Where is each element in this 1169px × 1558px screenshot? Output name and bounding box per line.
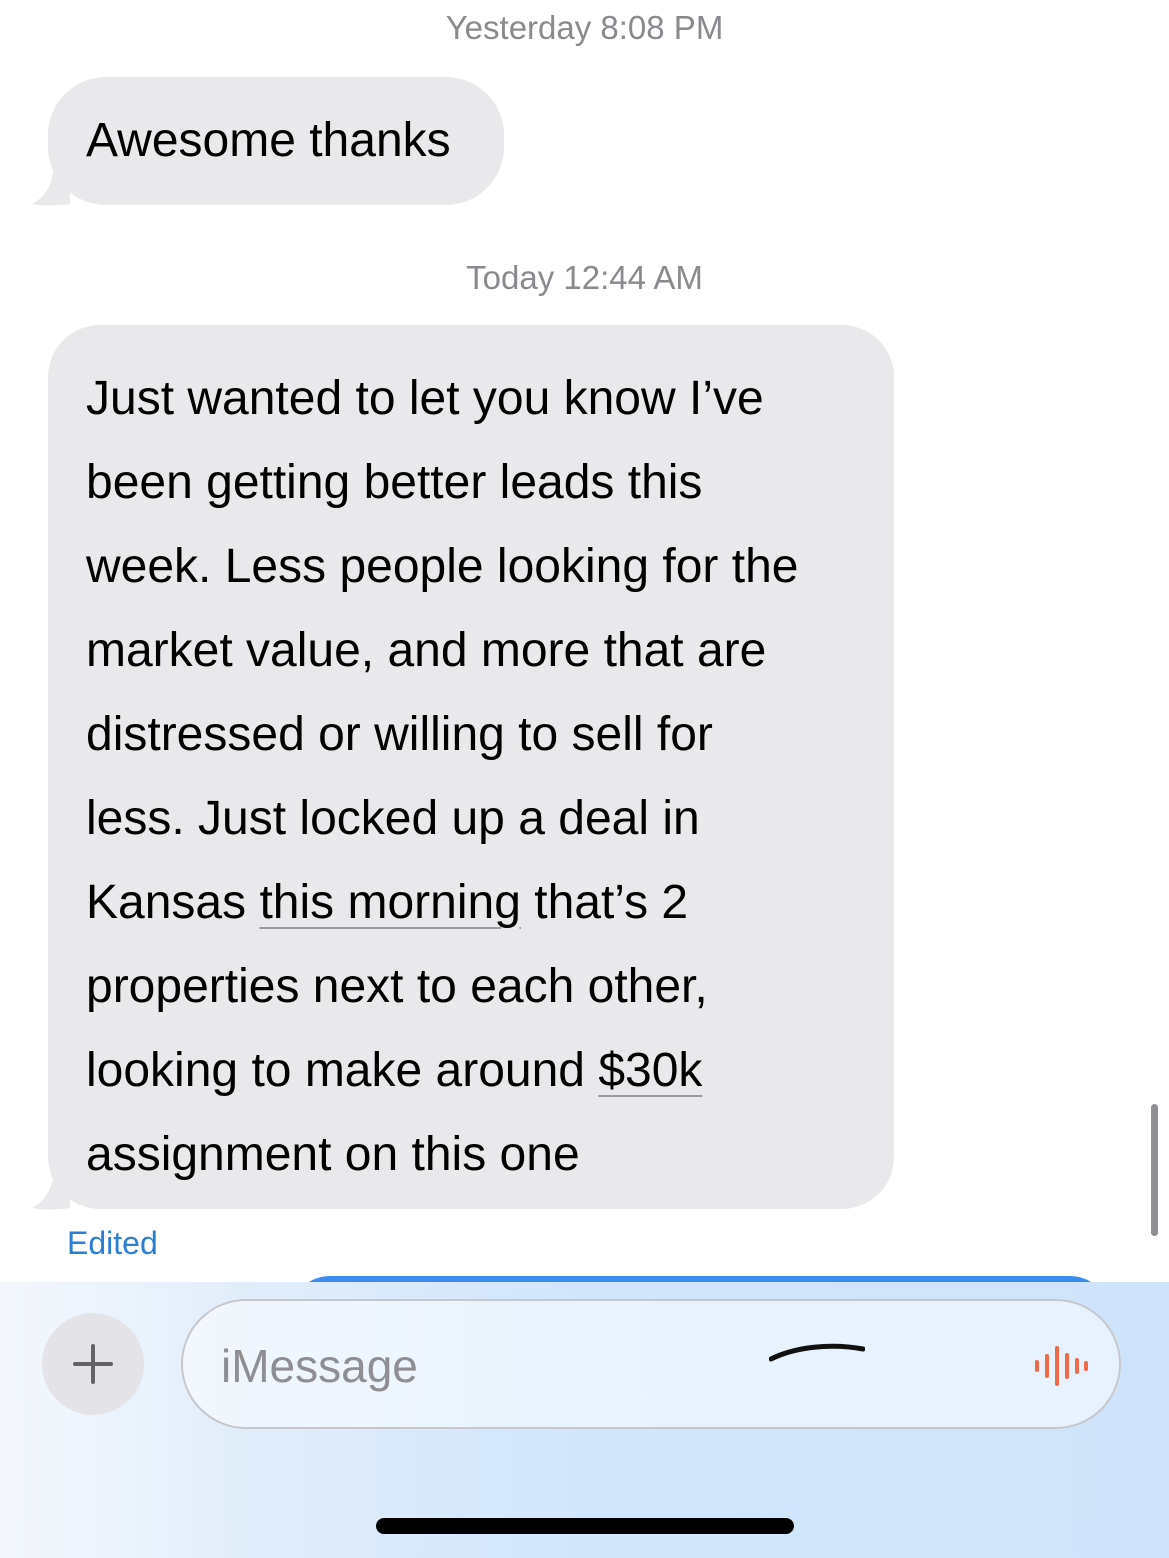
- message-text: distressed or willing to sell for: [86, 708, 713, 761]
- message-text: been getting better leads this: [86, 456, 703, 509]
- edited-label[interactable]: Edited: [67, 1225, 158, 1262]
- message-line: Just wanted to let you know I’ve: [86, 357, 874, 441]
- pen-stroke-icon: [769, 1343, 865, 1362]
- add-attachment-button[interactable]: [42, 1313, 144, 1415]
- message-bubble-received[interactable]: Awesome thanks: [48, 77, 504, 205]
- message-line: assignment on this one: [86, 1113, 874, 1197]
- message-line: been getting better leads this: [86, 441, 874, 525]
- money-link[interactable]: $30k: [598, 1044, 702, 1097]
- message-text: week. Less people looking for the: [86, 540, 799, 593]
- message-bubble-received[interactable]: Just wanted to let you know I’ve been ge…: [48, 325, 894, 1209]
- message-text: looking to make around: [86, 1044, 599, 1097]
- date-link[interactable]: this morning: [259, 876, 520, 929]
- message-line: properties next to each other,: [86, 945, 874, 1029]
- message-input[interactable]: iMessage: [181, 1299, 1121, 1429]
- home-indicator[interactable]: [376, 1518, 794, 1534]
- message-line: market value, and more that are: [86, 609, 874, 693]
- message-text: Awesome thanks: [86, 114, 451, 167]
- message-text: less. Just locked up a deal in: [86, 792, 700, 845]
- plus-icon: [73, 1344, 113, 1384]
- message-text: Just wanted to let you know I’ve: [86, 372, 764, 425]
- message-text: market value, and more that are: [86, 624, 767, 677]
- messages-screen: Yesterday 8:08 PM Awesome thanks Today 1…: [0, 0, 1169, 1558]
- message-text: that’s 2: [520, 876, 689, 929]
- message-line: distressed or willing to sell for: [86, 693, 874, 777]
- message-line: Kansas this morning that’s 2: [86, 861, 874, 945]
- message-line: week. Less people looking for the: [86, 525, 874, 609]
- message-text: Kansas: [86, 876, 260, 929]
- message-line: looking to make around $30k: [86, 1029, 874, 1113]
- input-placeholder: iMessage: [221, 1340, 418, 1392]
- message-text: assignment on this one: [86, 1128, 580, 1181]
- audio-waveform-icon[interactable]: [1033, 1345, 1089, 1387]
- message-line: less. Just locked up a deal in: [86, 777, 874, 861]
- timestamp-today: Today 12:44 AM: [466, 259, 703, 296]
- message-text: properties next to each other,: [86, 960, 708, 1013]
- timestamp-yesterday: Yesterday 8:08 PM: [445, 9, 724, 46]
- scrollbar[interactable]: [1151, 1104, 1158, 1236]
